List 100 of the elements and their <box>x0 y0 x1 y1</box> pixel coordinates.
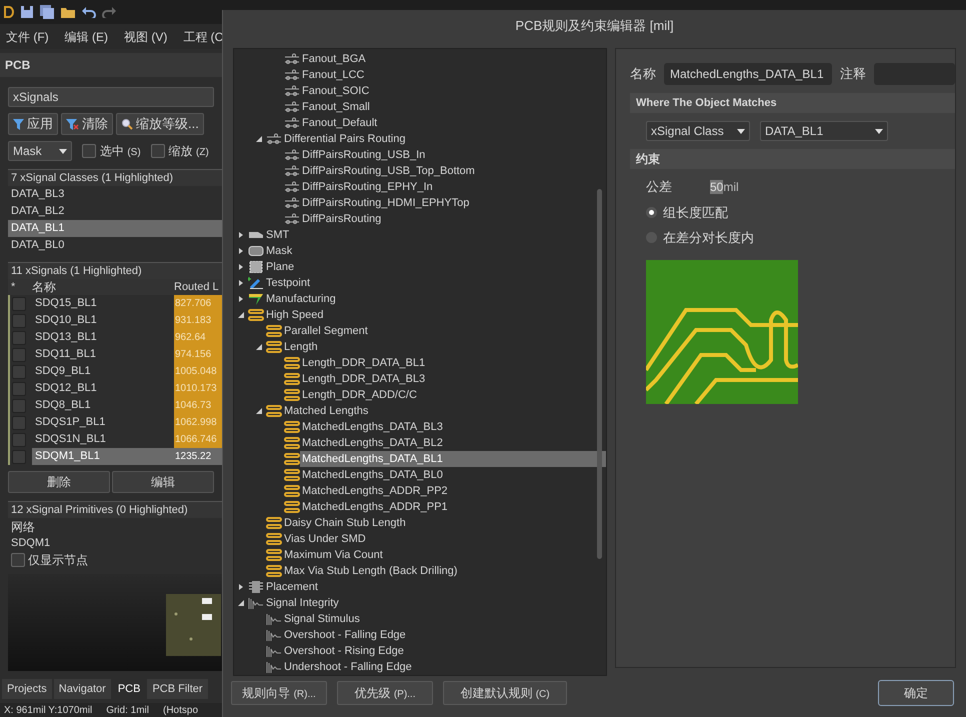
signal-name[interactable]: SDQ12_BL1 <box>32 380 174 398</box>
color-swatch[interactable] <box>12 330 26 345</box>
radio-button[interactable] <box>646 206 657 218</box>
tree-item[interactable]: Mask <box>264 243 298 259</box>
match-dropdown[interactable]: xSignal Class <box>646 121 750 141</box>
tree-item[interactable]: MatchedLengths_ADDR_PP2 <box>300 483 454 499</box>
tree-item[interactable]: DiffPairsRouting <box>300 211 388 227</box>
tree-item[interactable]: Signal Integrity <box>264 595 345 611</box>
tree-item[interactable]: Placement <box>264 579 324 595</box>
action-button[interactable]: 编辑 <box>112 471 214 494</box>
color-swatch[interactable] <box>12 432 26 447</box>
dialog-button[interactable]: 规则向导 (R)... <box>231 681 327 705</box>
action-button[interactable]: 删除 <box>8 471 110 494</box>
redo-icon[interactable] <box>102 6 116 18</box>
tree-item[interactable]: Daisy Chain Stub Length <box>282 515 412 531</box>
dialog-button[interactable]: 优先级 (P)... <box>337 681 433 705</box>
tree-item[interactable]: Length_DDR_ADD/C/C <box>300 387 423 403</box>
signal-name[interactable]: SDQ13_BL1 <box>32 329 174 346</box>
tree-item[interactable]: Overshoot - Falling Edge <box>282 627 412 643</box>
name-field[interactable]: MatchedLengths_DATA_BL1 <box>664 63 832 85</box>
class-row[interactable]: DATA_BL1 <box>8 220 222 238</box>
color-swatch[interactable] <box>12 398 26 413</box>
dialog-button[interactable]: 创建默认规则 (C) <box>443 681 567 705</box>
color-swatch[interactable] <box>12 314 26 328</box>
undo-icon[interactable] <box>82 6 96 18</box>
menu-item[interactable]: 工程 (C <box>183 28 224 46</box>
tree-item[interactable]: SMT <box>264 227 296 243</box>
tree-item[interactable]: Parallel Segment <box>282 323 374 339</box>
tree-item[interactable]: Differential Pairs Routing <box>282 131 412 147</box>
tree-item[interactable]: Testpoint <box>264 275 316 291</box>
panel-tab[interactable]: Projects <box>2 679 52 699</box>
menu-item[interactable]: 文件 (F) <box>6 28 49 46</box>
signal-name[interactable]: SDQS1P_BL1 <box>32 414 174 432</box>
tree-item[interactable]: Plane <box>264 259 300 275</box>
ok-button[interactable]: 确定 <box>878 680 954 706</box>
tree-item[interactable]: Length_DDR_DATA_BL1 <box>300 355 432 371</box>
match-dropdown[interactable]: DATA_BL1 <box>760 121 888 141</box>
signal-name[interactable]: SDQ10_BL1 <box>32 312 174 330</box>
tree-item[interactable]: Fanout_LCC <box>300 67 370 83</box>
tree-item[interactable]: DiffPairsRouting_USB_In <box>300 147 432 163</box>
tree-item[interactable]: Length <box>282 339 324 355</box>
tree-item[interactable]: Fanout_Default <box>300 115 384 131</box>
mask-dropdown[interactable]: Mask <box>8 141 72 162</box>
save-all-icon[interactable] <box>40 4 54 19</box>
tree-item[interactable]: MatchedLengths_DATA_BL0 <box>300 467 449 483</box>
tree-item[interactable]: Undershoot - Falling Edge <box>282 659 418 675</box>
tree-item[interactable]: Signal Stimulus <box>282 611 366 627</box>
collapse-arrow-icon[interactable] <box>238 312 244 318</box>
filter-button[interactable]: 缩放等级... <box>116 113 204 136</box>
menu-item[interactable]: 视图 (V) <box>124 28 168 46</box>
filter-button[interactable]: 应用 <box>8 113 58 136</box>
tree-item[interactable]: MatchedLengths_ADDR_PP1 <box>300 499 454 515</box>
filter-button[interactable]: 清除 <box>61 113 113 136</box>
expand-arrow-icon[interactable] <box>238 280 244 286</box>
tree-item[interactable]: Max Via Stub Length (Back Drilling) <box>282 563 464 579</box>
filter-dropdown[interactable]: xSignals <box>8 87 214 108</box>
checkbox[interactable] <box>82 144 96 158</box>
signal-name[interactable]: SDQ11_BL1 <box>32 346 174 364</box>
tolerance-field[interactable]: 50mil <box>710 178 739 196</box>
tree-item[interactable]: DiffPairsRouting_HDMI_EPHYTop <box>300 195 476 211</box>
expand-arrow-icon[interactable] <box>238 248 244 254</box>
collapse-arrow-icon[interactable] <box>256 136 262 142</box>
collapse-arrow-icon[interactable] <box>256 344 262 350</box>
tree-item[interactable]: Fanout_Small <box>300 99 376 115</box>
signal-name[interactable]: SDQ9_BL1 <box>32 363 174 380</box>
panel-tab[interactable]: PCB Filter <box>147 679 208 699</box>
tree-item[interactable]: MatchedLengths_DATA_BL1 <box>300 451 606 467</box>
color-swatch[interactable] <box>12 348 26 362</box>
scrollbar[interactable] <box>597 189 602 559</box>
expand-arrow-icon[interactable] <box>238 264 244 270</box>
checkbox[interactable] <box>11 552 25 567</box>
expand-arrow-icon[interactable] <box>238 584 244 590</box>
panel-tab[interactable]: Navigator <box>54 679 111 699</box>
save-icon[interactable] <box>20 4 34 19</box>
tree-item[interactable]: MatchedLengths_DATA_BL3 <box>300 419 449 435</box>
expand-arrow-icon[interactable] <box>238 296 244 302</box>
signal-name[interactable]: SDQM1_BL1 <box>32 448 174 466</box>
color-swatch[interactable] <box>12 450 26 464</box>
collapse-arrow-icon[interactable] <box>238 600 244 606</box>
tree-item[interactable]: Fanout_BGA <box>300 51 372 67</box>
expand-arrow-icon[interactable] <box>238 232 244 238</box>
tree-item[interactable]: Overshoot - Rising Edge <box>282 643 410 659</box>
tree-item[interactable]: Length_DDR_DATA_BL3 <box>300 371 432 387</box>
signal-name[interactable]: SDQ8_BL1 <box>32 397 174 414</box>
color-swatch[interactable] <box>12 296 26 311</box>
tree-item[interactable]: Maximum Via Count <box>282 547 389 563</box>
signal-name[interactable]: SDQS1N_BL1 <box>32 431 174 448</box>
tree-item[interactable]: High Speed <box>264 307 330 323</box>
tree-item[interactable]: Fanout_SOIC <box>300 83 376 99</box>
tree-item[interactable]: DiffPairsRouting_USB_Top_Bottom <box>300 163 481 179</box>
checkbox[interactable] <box>150 144 165 158</box>
menu-item[interactable]: 编辑 (E) <box>64 28 108 46</box>
tree-item[interactable]: MatchedLengths_DATA_BL2 <box>300 435 449 451</box>
collapse-arrow-icon[interactable] <box>256 408 262 414</box>
tree-item[interactable]: Manufacturing <box>264 291 342 307</box>
tree-item[interactable]: Vias Under SMD <box>282 531 372 547</box>
color-swatch[interactable] <box>12 382 26 396</box>
color-swatch[interactable] <box>12 364 26 379</box>
color-swatch[interactable] <box>12 416 26 430</box>
tree-item[interactable]: DiffPairsRouting_EPHY_In <box>300 179 439 195</box>
